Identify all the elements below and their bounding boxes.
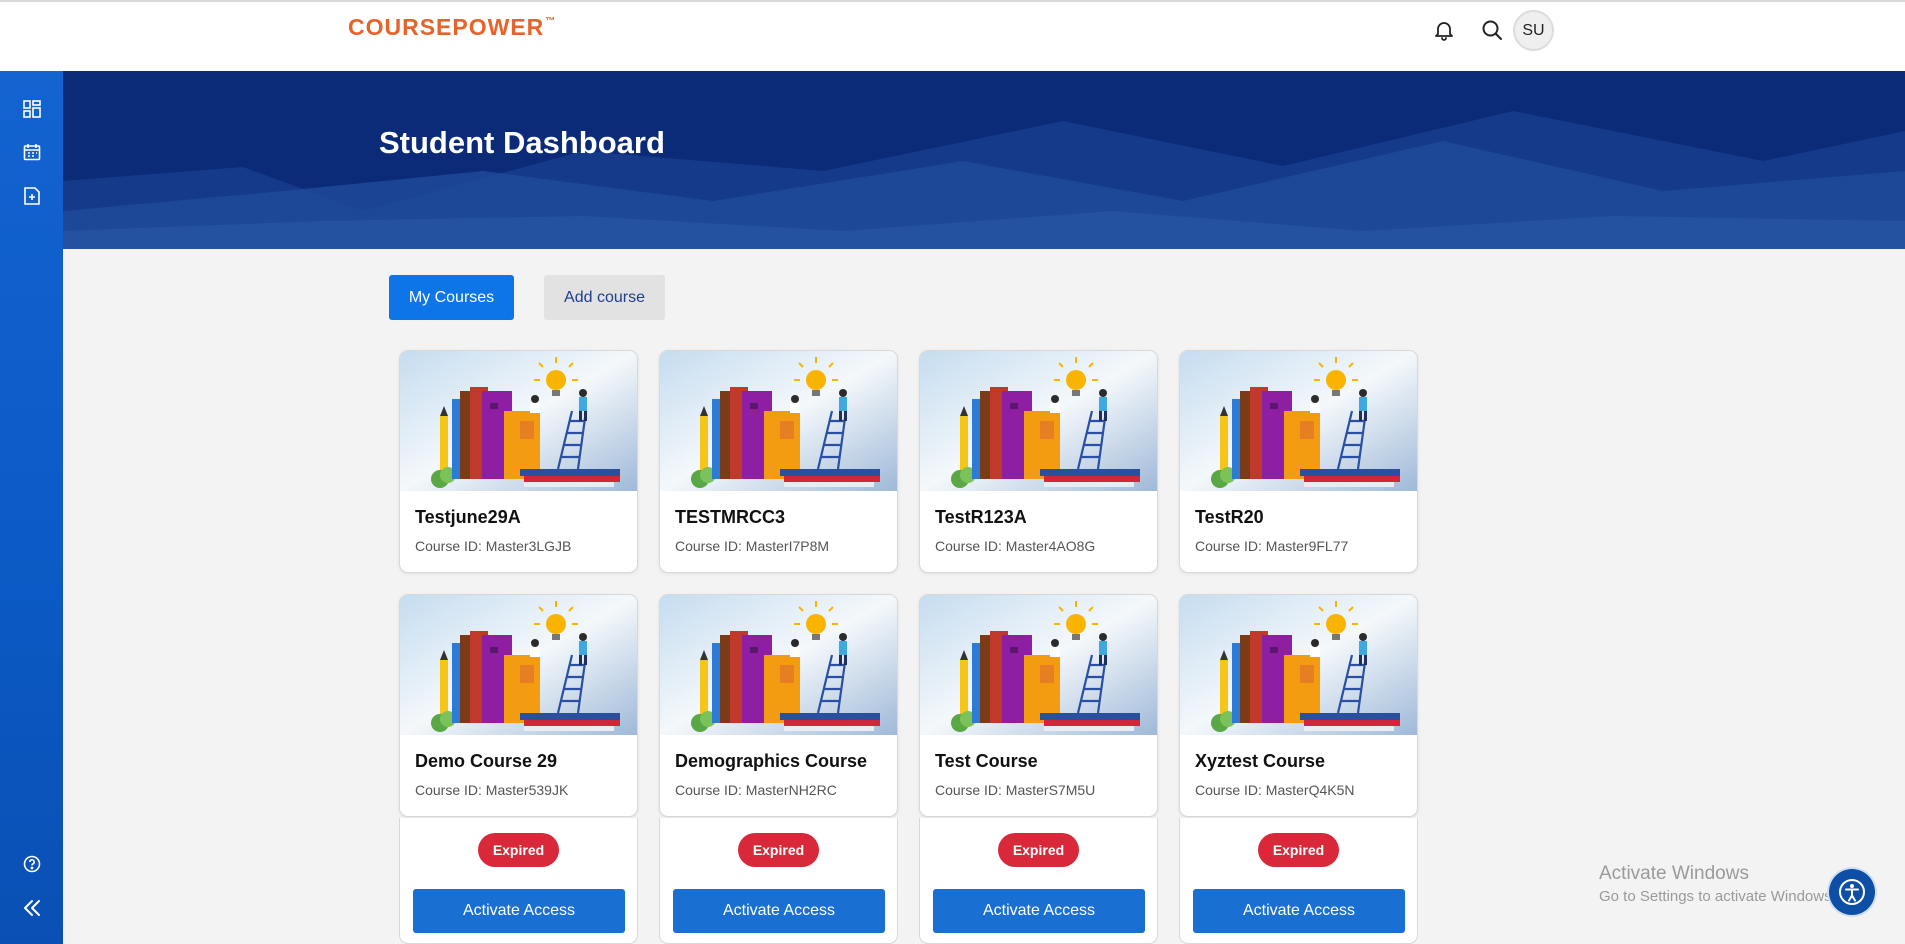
left-sidebar (0, 71, 63, 944)
course-card-footer: Expired Activate Access (919, 818, 1158, 944)
course-card[interactable]: TestR123A Course ID: Master4AO8G (919, 350, 1158, 573)
course-thumbnail (920, 351, 1157, 491)
logo-trademark: ™ (545, 16, 556, 28)
logo-text: COURSEPOWER (348, 14, 545, 40)
course-card-footer: Expired Activate Access (659, 818, 898, 944)
windows-activation-title: Activate Windows (1599, 863, 1749, 884)
expired-badge: Expired (738, 833, 819, 867)
dashboard-grid-icon[interactable] (19, 96, 45, 122)
tab-my-courses[interactable]: My Courses (389, 275, 514, 320)
course-card[interactable]: TestR20 Course ID: Master9FL77 (1179, 350, 1418, 573)
calendar-icon[interactable] (19, 139, 45, 165)
activate-access-button[interactable]: Activate Access (673, 889, 885, 933)
course-card[interactable]: Demo Course 29 Course ID: Master539JK (399, 594, 638, 817)
course-title: Test Course (935, 751, 1038, 771)
course-id: Course ID: MasterI7P8M (675, 538, 830, 554)
course-id: Course ID: Master4AO8G (935, 538, 1096, 554)
accessibility-icon (1839, 879, 1865, 905)
course-thumbnail (660, 595, 897, 735)
dashboard-banner: Student Dashboard (63, 71, 1905, 249)
add-document-icon[interactable] (19, 183, 45, 209)
course-id: Course ID: MasterQ4K5N (1195, 782, 1355, 798)
course-id: Course ID: Master9FL77 (1195, 538, 1349, 554)
course-title: TestR123A (935, 507, 1027, 527)
help-icon[interactable] (19, 851, 45, 877)
user-avatar[interactable]: SU (1513, 10, 1554, 51)
course-thumbnail (1180, 351, 1417, 491)
activate-access-button[interactable]: Activate Access (413, 889, 625, 933)
expired-badge: Expired (1258, 833, 1339, 867)
course-thumbnail (920, 595, 1157, 735)
bell-icon[interactable] (1430, 16, 1458, 44)
course-id: Course ID: MasterS7M5U (935, 782, 1096, 798)
course-id: Course ID: MasterNH2RC (675, 782, 837, 798)
course-thumbnail (400, 595, 637, 735)
banner-mountains (63, 71, 1905, 249)
course-title: Testjune29A (415, 507, 521, 527)
course-card[interactable]: TESTMRCC3 Course ID: MasterI7P8M (659, 350, 898, 573)
course-title: Demographics Course (675, 751, 868, 771)
add-course-button[interactable]: Add course (544, 275, 665, 320)
expired-badge: Expired (998, 833, 1079, 867)
course-title: TestR20 (1195, 507, 1264, 527)
course-card-footer: Expired Activate Access (399, 818, 638, 944)
course-title: Demo Course 29 (415, 751, 558, 771)
course-card[interactable]: Demographics Course Course ID: MasterNH2… (659, 594, 898, 817)
course-card[interactable]: Xyztest Course Course ID: MasterQ4K5N (1179, 594, 1418, 817)
course-card[interactable]: Testjune29A Course ID: Master3LGJB (399, 350, 638, 573)
activate-access-button[interactable]: Activate Access (933, 889, 1145, 933)
course-card[interactable]: Test Course Course ID: MasterS7M5U (919, 594, 1158, 817)
expired-badge: Expired (478, 833, 559, 867)
activate-access-button[interactable]: Activate Access (1193, 889, 1405, 933)
windows-activation-subtitle: Go to Settings to activate Windows. (1599, 888, 1836, 905)
course-thumbnail (660, 351, 897, 491)
accessibility-button[interactable] (1829, 869, 1875, 915)
course-title: TESTMRCC3 (675, 507, 786, 527)
collapse-sidebar-icon[interactable] (19, 895, 45, 921)
course-thumbnail (400, 351, 637, 491)
search-icon[interactable] (1478, 16, 1506, 44)
page-title: Student Dashboard (379, 125, 665, 160)
course-title: Xyztest Course (1195, 751, 1326, 771)
course-id: Course ID: Master539JK (415, 782, 569, 798)
course-card-footer: Expired Activate Access (1179, 818, 1418, 944)
top-header: COURSEPOWER™ SU (0, 0, 1905, 71)
course-thumbnail (1180, 595, 1417, 735)
coursepower-logo[interactable]: COURSEPOWER™ (348, 14, 555, 41)
course-id: Course ID: Master3LGJB (415, 538, 572, 554)
